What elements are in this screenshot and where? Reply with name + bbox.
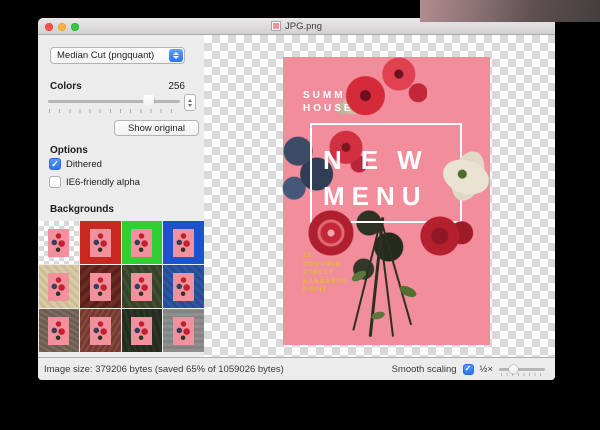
minimize-button[interactable]	[58, 23, 66, 31]
dropdown-stepper-icon	[169, 49, 183, 62]
zoom-button[interactable]	[71, 23, 79, 31]
thumbnail-poster	[131, 273, 152, 301]
zoom-slider[interactable]	[499, 363, 545, 375]
thumbnail-poster	[48, 229, 69, 257]
options-label: Options	[50, 145, 88, 156]
sidebar: Median Cut (pngquant) Colors 256	[38, 35, 204, 357]
backgrounds-label: Backgrounds	[50, 204, 114, 215]
stepper-down-icon	[188, 104, 192, 107]
thumbnail-poster	[131, 317, 152, 345]
background-swatch-denim-texture[interactable]	[163, 265, 204, 308]
traffic-lights	[45, 23, 79, 31]
backgrounds-grid	[39, 221, 204, 352]
background-swatch-transparent-checker[interactable]	[39, 221, 80, 264]
background-swatch-red[interactable]	[80, 221, 121, 264]
colors-slider-ticks	[49, 109, 180, 113]
thumbnail-poster	[131, 229, 152, 257]
algorithm-dropdown-value: Median Cut (pngquant)	[57, 50, 154, 61]
desktop: JPG.png Median Cut (pngquant) Colors 256	[0, 0, 600, 430]
thumbnail-poster	[173, 317, 194, 345]
zoom-slider-ticks	[501, 373, 545, 376]
window-content: Median Cut (pngquant) Colors 256	[38, 35, 555, 357]
thumbnail-poster	[173, 273, 194, 301]
algorithm-dropdown[interactable]: Median Cut (pngquant)	[50, 47, 185, 64]
colors-label: Colors	[50, 81, 82, 92]
close-button[interactable]	[45, 23, 53, 31]
stepper-up-icon	[188, 99, 192, 102]
poster-menu-text-menu: MENU	[323, 183, 428, 209]
colors-stepper[interactable]	[184, 94, 196, 111]
colors-row: Colors 256	[50, 81, 185, 92]
background-swatch-concrete-texture[interactable]	[163, 309, 204, 352]
poster-menu-text-new: NEW	[323, 147, 441, 173]
thumbnail-poster	[90, 229, 111, 257]
zoom-level: ½×	[480, 364, 493, 375]
ie6-option: IE6-friendly alpha	[49, 176, 140, 188]
thumbnail-poster	[48, 273, 69, 301]
smooth-scaling-checkbox[interactable]	[463, 364, 474, 375]
dithered-option: Dithered	[49, 158, 102, 170]
background-swatch-green[interactable]	[122, 221, 163, 264]
flower-red-poppies	[339, 51, 427, 123]
background-window-fragment	[420, 0, 600, 22]
window-title: JPG.png	[285, 21, 322, 32]
ie6-alpha-label[interactable]: IE6-friendly alpha	[66, 177, 140, 188]
image-size-text: Image size: 379206 bytes (saved 65% of 1…	[44, 364, 284, 375]
dithered-label[interactable]: Dithered	[66, 159, 102, 170]
thumbnail-poster	[90, 317, 111, 345]
background-swatch-foliage-texture[interactable]	[122, 265, 163, 308]
colors-slider[interactable]	[48, 95, 180, 113]
thumbnail-poster	[90, 273, 111, 301]
poster-address: 15 GOODWIN STREET KANGAROO POINT	[303, 252, 348, 295]
colors-value: 256	[168, 81, 185, 92]
ie6-alpha-checkbox[interactable]	[49, 176, 61, 188]
image-canvas: SUMMER HOUSE NEW MENU 15 GOODWIN STREET	[204, 35, 555, 357]
background-swatch-dark-foliage-texture[interactable]	[122, 309, 163, 352]
show-original-button[interactable]: Show original	[114, 120, 199, 136]
status-bar: Image size: 379206 bytes (saved 65% of 1…	[38, 357, 555, 380]
zoom-slider-track	[499, 368, 545, 371]
smooth-scaling-label[interactable]: Smooth scaling	[392, 364, 457, 375]
thumbnail-poster	[173, 229, 194, 257]
background-swatch-maroon-texture[interactable]	[80, 265, 121, 308]
background-swatch-gravel-texture[interactable]	[39, 309, 80, 352]
background-swatch-sand-texture[interactable]	[39, 265, 80, 308]
dithered-checkbox[interactable]	[49, 158, 61, 170]
preview-image: SUMMER HOUSE NEW MENU 15 GOODWIN STREET	[283, 57, 490, 345]
background-swatch-blue[interactable]	[163, 221, 204, 264]
status-right-group: Smooth scaling ½×	[392, 363, 545, 375]
document-icon	[271, 21, 281, 31]
background-swatch-red-gravel-texture[interactable]	[80, 309, 121, 352]
app-window: JPG.png Median Cut (pngquant) Colors 256	[38, 18, 555, 380]
thumbnail-poster	[48, 317, 69, 345]
colors-slider-track	[48, 100, 180, 103]
colors-slider-thumb[interactable]	[143, 95, 154, 108]
